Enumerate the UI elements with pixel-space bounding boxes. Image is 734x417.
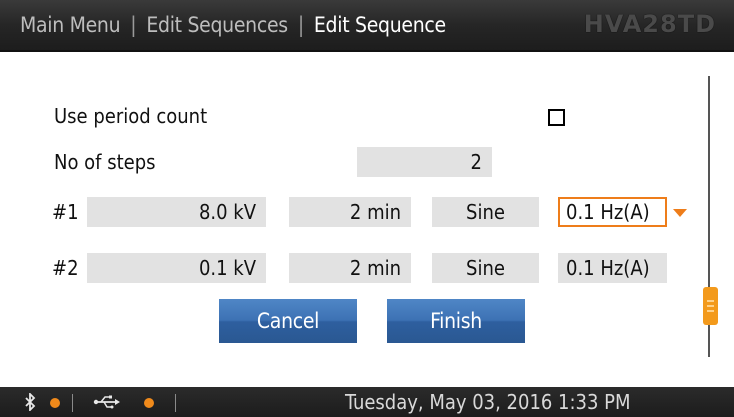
step-1-duration-field[interactable]: 2 min (289, 197, 411, 227)
scrollbar-grip (707, 310, 714, 312)
step-2-waveform-field[interactable]: Sine (432, 253, 539, 283)
step-2-label: #2 (52, 256, 79, 280)
status-divider (72, 394, 73, 412)
use-period-count-checkbox[interactable] (548, 109, 565, 126)
breadcrumb: Main Menu | Edit Sequences | Edit Sequence (20, 13, 446, 37)
step-1-label: #1 (52, 200, 79, 224)
status-bar: Tuesday, May 03, 2016 1:33 PM (0, 387, 734, 417)
device-model-logo: HVA28TD (583, 10, 716, 38)
scrollbar-grip (707, 305, 714, 307)
scrollbar-thumb[interactable] (703, 287, 718, 325)
step-1-frequency-field[interactable]: 0.1 Hz(A) (558, 197, 667, 227)
scrollbar-grip (707, 300, 714, 302)
no-of-steps-label: No of steps (54, 150, 156, 174)
step-2-duration-field[interactable]: 2 min (289, 253, 411, 283)
title-bar: Main Menu | Edit Sequences | Edit Sequence H… (0, 0, 734, 52)
no-of-steps-field[interactable]: 2 (357, 147, 492, 177)
bluetooth-icon (25, 393, 36, 411)
breadcrumb-edit-sequence: Edit Sequence (313, 13, 446, 37)
status-divider (175, 394, 176, 412)
usb-status-indicator (144, 398, 154, 408)
step-1-waveform-field[interactable]: Sine (432, 197, 539, 227)
cancel-button[interactable]: Cancel (219, 299, 357, 343)
edit-sequence-screen: Main Menu | Edit Sequences | Edit Sequence H… (0, 0, 734, 417)
step-2-frequency-field[interactable]: 0.1 Hz(A) (558, 253, 667, 283)
step-2-voltage-field[interactable]: 0.1 kV (87, 253, 266, 283)
breadcrumb-edit-sequences[interactable]: Edit Sequences (146, 13, 288, 37)
dropdown-arrow-icon[interactable] (673, 209, 687, 217)
finish-button[interactable]: Finish (387, 299, 525, 343)
breadcrumb-separator: | (297, 13, 304, 37)
use-period-count-label: Use period count (54, 104, 208, 128)
breadcrumb-main-menu[interactable]: Main Menu (20, 13, 121, 37)
bluetooth-status-indicator (50, 398, 60, 408)
usb-icon (93, 395, 120, 409)
breadcrumb-separator: | (130, 13, 137, 37)
status-datetime: Tuesday, May 03, 2016 1:33 PM (345, 390, 631, 414)
step-1-voltage-field[interactable]: 8.0 kV (87, 197, 266, 227)
